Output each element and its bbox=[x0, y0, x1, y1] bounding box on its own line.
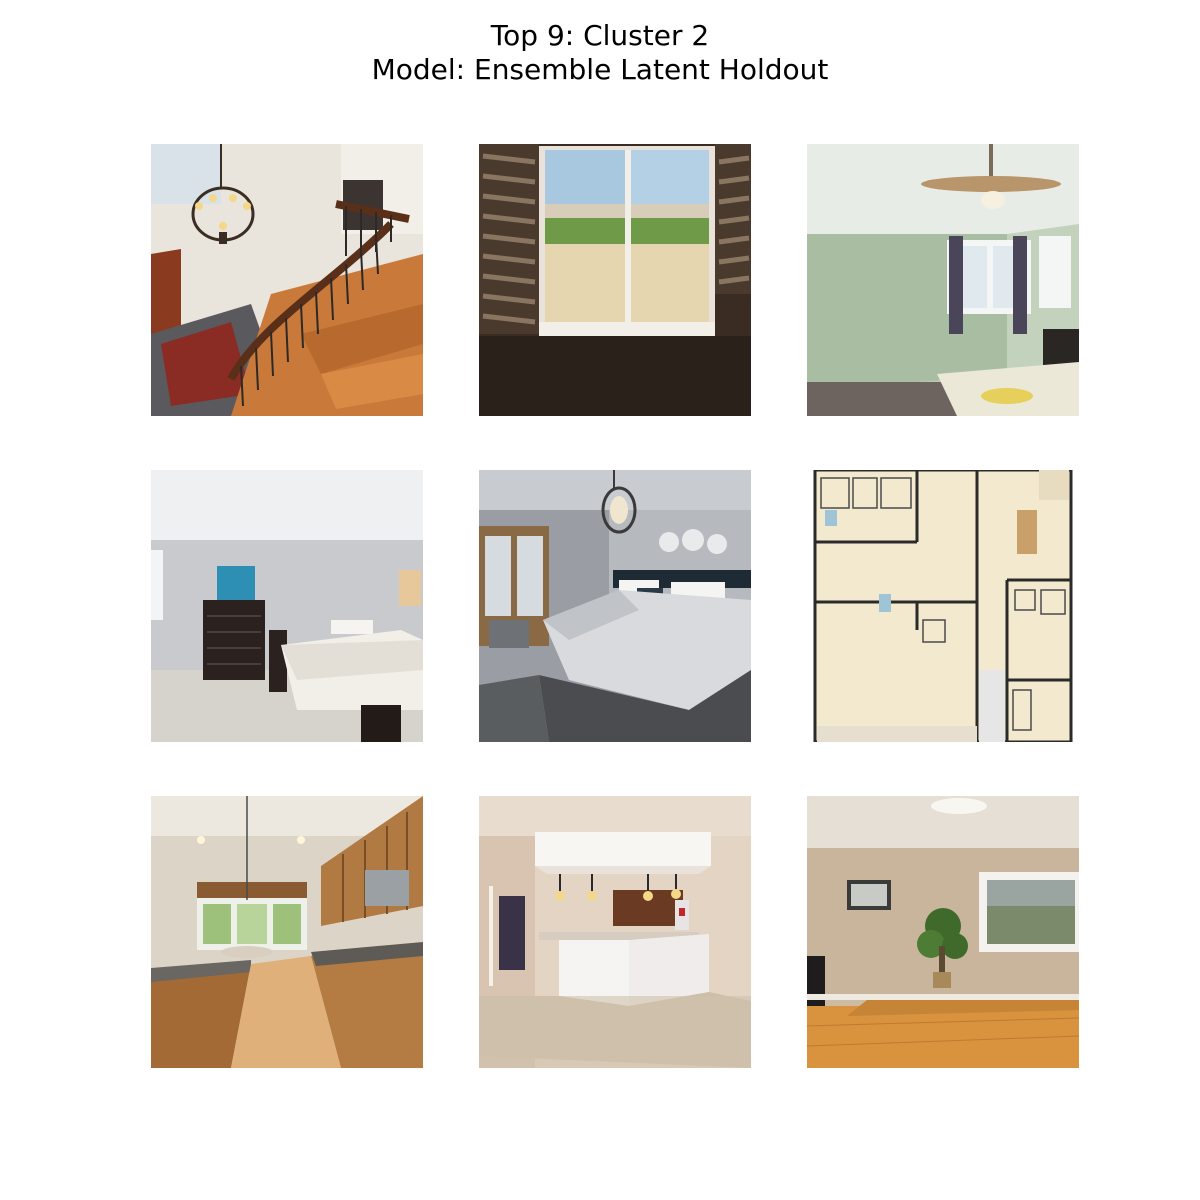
empty-room-photo bbox=[807, 796, 1079, 1068]
image-bedroom-dresser bbox=[151, 470, 423, 742]
image-floor-plan bbox=[807, 470, 1079, 742]
floor-plan-image bbox=[807, 470, 1079, 742]
image-bedroom-ceiling-fan bbox=[807, 144, 1079, 416]
image-bedroom-pendant bbox=[479, 470, 751, 742]
bedroom-pendant-photo bbox=[479, 470, 751, 742]
figure-subtitle: Model: Ensemble Latent Holdout bbox=[371, 53, 829, 86]
image-kitchen-bar bbox=[479, 796, 751, 1068]
figure: Top 9: Cluster 2 Model: Ensemble Latent … bbox=[0, 0, 1200, 1200]
figure-title: Top 9: Cluster 2 bbox=[490, 19, 710, 52]
image-empty-room bbox=[807, 796, 1079, 1068]
kitchen-cabinets-photo bbox=[151, 796, 423, 1068]
bedroom-dresser-photo bbox=[151, 470, 423, 742]
window-shutters-photo bbox=[479, 144, 751, 416]
image-window-shutters bbox=[479, 144, 751, 416]
kitchen-bar-photo bbox=[479, 796, 751, 1068]
image-kitchen-cabinets bbox=[151, 796, 423, 1068]
image-staircase-foyer bbox=[151, 144, 423, 416]
staircase-foyer-photo bbox=[151, 144, 423, 416]
bedroom-ceiling-fan-photo bbox=[807, 144, 1079, 416]
